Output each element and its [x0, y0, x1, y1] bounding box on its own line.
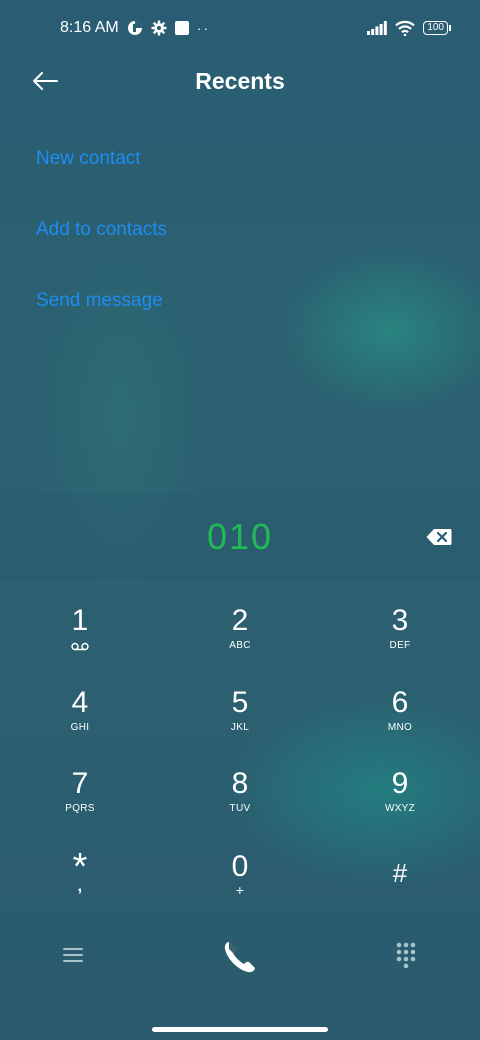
menu-icon [63, 948, 83, 962]
key-digit: 5 [231, 686, 249, 719]
key-3[interactable]: 3 DEF [340, 604, 460, 674]
app-notification-icon [127, 21, 142, 35]
key-letters: DEF [389, 640, 411, 651]
key-0[interactable]: 0 + [180, 850, 300, 920]
key-hash[interactable]: # [340, 856, 460, 926]
key-digit: 6 [391, 686, 409, 719]
key-letters: PQRS [65, 803, 95, 814]
add-to-contacts-button[interactable]: Add to contacts [36, 219, 167, 241]
status-right: 100 [367, 20, 451, 36]
back-button[interactable] [28, 66, 62, 96]
key-6[interactable]: 6 MNO [340, 686, 460, 756]
key-letters: JKL [230, 722, 250, 733]
key-1[interactable]: 1 [20, 604, 140, 674]
voicemail-icon [71, 642, 89, 651]
new-contact-button[interactable]: New contact [36, 148, 141, 170]
wifi-icon [395, 20, 416, 36]
top-app-bar: Recents [0, 56, 480, 106]
menu-button[interactable] [43, 930, 103, 980]
key-letters: WXYZ [384, 803, 416, 814]
status-time: 8:16 AM [60, 19, 119, 36]
cellular-signal-icon [367, 21, 388, 35]
key-letters: , [77, 878, 83, 895]
key-digit: 8 [231, 767, 249, 800]
key-digit: 0 [231, 850, 249, 883]
battery-indicator: 100 [423, 21, 451, 35]
key-letters: + [235, 882, 245, 898]
key-letters: ABC [229, 640, 251, 651]
notification-square-icon [174, 21, 189, 35]
key-8[interactable]: 8 TUV [180, 767, 300, 837]
key-digit: 1 [71, 604, 89, 637]
backspace-button[interactable] [426, 528, 452, 546]
status-left: 8:16 AM ·· [60, 19, 210, 37]
key-digit: # [392, 858, 408, 888]
keypad-toggle-button[interactable] [376, 930, 436, 980]
key-4[interactable]: 4 GHI [20, 686, 140, 756]
back-arrow-icon [33, 72, 58, 90]
key-digit: 7 [71, 767, 89, 800]
call-button[interactable] [210, 932, 270, 982]
key-digit: 3 [391, 604, 409, 637]
key-letters: GHI [70, 722, 90, 733]
gesture-navigation-handle[interactable] [152, 1027, 328, 1032]
backspace-icon [426, 529, 452, 545]
phone-icon [224, 942, 255, 973]
key-star[interactable]: * , [20, 848, 140, 920]
page-title: Recents [195, 67, 285, 94]
key-digit: 4 [71, 686, 89, 719]
navigation-area [0, 1000, 480, 1040]
dialpad-icon [396, 942, 416, 968]
key-letters: MNO [387, 722, 413, 733]
settings-gear-icon [151, 20, 167, 36]
key-2[interactable]: 2 ABC [180, 604, 300, 674]
key-9[interactable]: 9 WXYZ [340, 767, 460, 837]
key-digit: 2 [231, 604, 249, 637]
key-5[interactable]: 5 JKL [180, 686, 300, 756]
more-notifications-icon: ·· [196, 20, 211, 36]
key-7[interactable]: 7 PQRS [20, 767, 140, 837]
key-letters: TUV [229, 803, 251, 814]
number-display: 010 [0, 494, 480, 580]
send-message-button[interactable]: Send message [36, 290, 163, 312]
key-digit: 9 [391, 767, 409, 800]
dialed-number: 010 [206, 516, 274, 557]
status-bar: 8:16 AM ·· 100 [0, 0, 480, 56]
